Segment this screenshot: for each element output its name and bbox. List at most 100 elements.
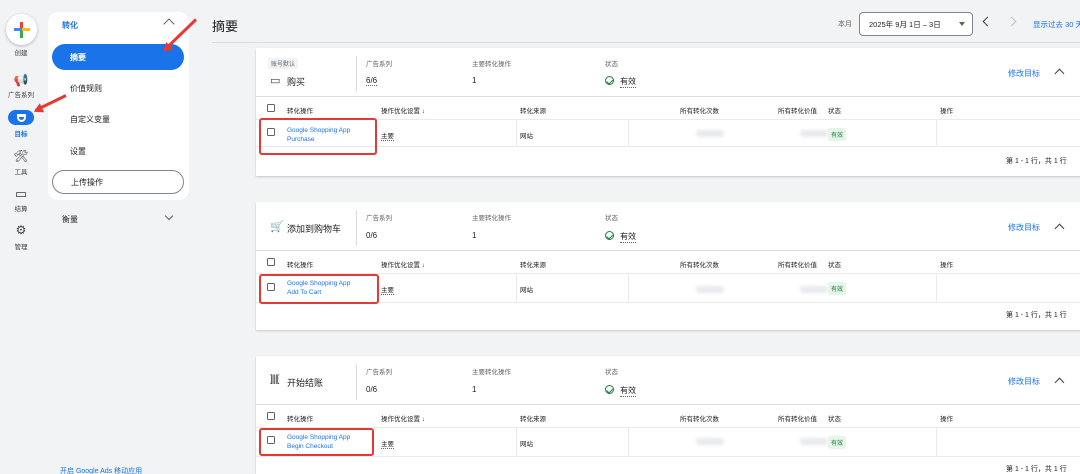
chevron-up-icon[interactable]: [1054, 68, 1065, 79]
period-label: 本月: [838, 21, 852, 28]
campaigns-value: 0/6: [366, 385, 378, 394]
rail-item-admin[interactable]: 管理: [0, 241, 42, 251]
check-circle-icon: [605, 231, 614, 240]
highlight-box-begin-checkout: [259, 428, 374, 456]
edit-goal-link[interactable]: 修改目标: [1008, 376, 1040, 387]
cart-icon: 🛒: [270, 221, 284, 233]
campaigns-value: 6/6: [366, 76, 378, 86]
nav-item-value-rules[interactable]: 价值规则: [52, 75, 184, 101]
campaigns-value: 0/6: [366, 231, 378, 240]
source-value: 网站: [520, 133, 533, 140]
select-all-checkbox[interactable]: [267, 412, 275, 420]
tools-icon[interactable]: 🛠: [0, 149, 42, 163]
col-header-optimization[interactable]: 操作优化设置 ↓: [381, 413, 425, 423]
col-header-status[interactable]: 状态: [828, 259, 841, 269]
upload-actions-button[interactable]: 上传操作: [52, 170, 184, 194]
primary-action-value: 1: [472, 385, 477, 394]
left-rail: 创建 📢 广告系列 目标 🛠 工具 ▭ 结算 ⚙ 管理: [0, 0, 42, 474]
status-label: 状态: [605, 215, 618, 222]
goal-card-add-to-cart: 🛒 添加到购物车 广告系列 0/6 主要转化操作 1 状态 有效 修改目标 转化…: [256, 202, 1080, 330]
col-header-status[interactable]: 状态: [828, 105, 841, 115]
status-value: 有效: [620, 386, 636, 397]
col-header-all-conversions[interactable]: 所有转化次数: [680, 259, 719, 269]
nav-item-settings[interactable]: 设置: [52, 138, 184, 164]
create-button[interactable]: [6, 14, 37, 45]
primary-action-value: 1: [472, 76, 477, 85]
primary-action-label: 主要转化操作: [472, 215, 511, 222]
source-value: 网站: [520, 287, 533, 294]
status-value: 有效: [620, 77, 636, 88]
goal-card-begin-checkout: ]|||[ 开始结账 广告系列 0/6 主要转化操作 1 状态 有效 修改目标 …: [256, 356, 1080, 474]
chevron-down-icon[interactable]: [164, 211, 174, 221]
rail-item-campaigns[interactable]: 广告系列: [0, 89, 42, 99]
col-header-all-value[interactable]: 所有转化价值: [778, 105, 817, 115]
pagination-info: 第 1 - 1 行，共 1 行: [1006, 312, 1067, 319]
select-all-checkbox[interactable]: [267, 258, 275, 266]
megaphone-icon[interactable]: 📢: [0, 73, 42, 87]
chevron-up-icon[interactable]: [1054, 377, 1065, 388]
dropdown-arrow-icon: [959, 22, 965, 26]
highlight-box-add-to-cart: [259, 274, 379, 304]
chevron-up-icon[interactable]: [1054, 223, 1065, 234]
optimization-value: 主要: [381, 130, 394, 141]
status-label: 状态: [605, 61, 618, 68]
col-header-actions[interactable]: 操作: [940, 259, 953, 269]
date-range-select[interactable]: 2025年 9月 1日 – 3日: [859, 12, 973, 36]
chevron-up-icon[interactable]: [163, 18, 175, 30]
gear-icon[interactable]: ⚙: [0, 223, 42, 237]
nav-section-measurement[interactable]: 衡量: [62, 214, 78, 225]
credit-card-icon[interactable]: ▭: [0, 186, 42, 202]
edit-goal-link[interactable]: 修改目标: [1008, 222, 1040, 233]
col-header-actions[interactable]: 操作: [940, 413, 953, 423]
trophy-icon[interactable]: [8, 110, 34, 125]
col-header-actions[interactable]: 操作: [940, 105, 953, 115]
rail-item-billing[interactable]: 结算: [0, 203, 42, 213]
campaigns-label: 广告系列: [366, 215, 392, 222]
check-circle-icon: [605, 385, 614, 394]
redacted-value: [800, 286, 828, 293]
col-header-all-value[interactable]: 所有转化价值: [778, 413, 817, 423]
col-header-source[interactable]: 转化来源: [520, 259, 546, 269]
col-header-action[interactable]: 转化操作: [287, 413, 313, 423]
campaigns-label: 广告系列: [366, 61, 392, 68]
redacted-conversions: [696, 438, 724, 445]
goal-name: 添加到购物车: [287, 224, 342, 234]
divider: [356, 364, 357, 400]
col-header-all-conversions[interactable]: 所有转化次数: [680, 413, 719, 423]
page-title: 摘要: [212, 19, 239, 34]
chevron-left-icon[interactable]: [982, 16, 993, 27]
plus-icon: [13, 21, 30, 38]
redacted-value: [800, 438, 828, 445]
mobile-app-promo[interactable]: 开启 Google Ads 移动应用: [60, 466, 142, 474]
status-badge: 有效: [828, 128, 847, 141]
rail-item-tools[interactable]: 工具: [0, 166, 42, 176]
status-label: 状态: [605, 369, 618, 376]
col-header-optimization[interactable]: 操作优化设置 ↓: [381, 105, 425, 115]
rail-item-goals[interactable]: 目标: [0, 128, 42, 138]
divider: [356, 210, 357, 246]
show-last-30-days-link[interactable]: 显示过去 30 天: [1033, 19, 1080, 30]
col-header-source[interactable]: 转化来源: [520, 105, 546, 115]
optimization-value: 主要: [381, 438, 394, 449]
col-header-action[interactable]: 转化操作: [287, 105, 313, 115]
campaigns-label: 广告系列: [366, 369, 392, 376]
col-header-source[interactable]: 转化来源: [520, 413, 546, 423]
pagination-info: 第 1 - 1 行，共 1 行: [1006, 466, 1067, 473]
col-header-status[interactable]: 状态: [828, 413, 841, 423]
chevron-right-icon[interactable]: [1006, 16, 1017, 27]
select-all-checkbox[interactable]: [267, 104, 275, 112]
highlight-box-purchase: [259, 118, 377, 155]
primary-action-value: 1: [472, 231, 477, 240]
col-header-all-value[interactable]: 所有转化价值: [778, 259, 817, 269]
col-header-action[interactable]: 转化操作: [287, 259, 313, 269]
nav-item-custom-variables[interactable]: 自定义变量: [52, 106, 184, 132]
date-range-value: 2025年 9月 1日 – 3日: [869, 19, 941, 29]
col-header-optimization[interactable]: 操作优化设置 ↓: [381, 259, 425, 269]
goal-name: 购买: [287, 77, 306, 87]
primary-action-label: 主要转化操作: [472, 61, 511, 68]
nav-section-conversions[interactable]: 转化: [62, 20, 78, 31]
goal-name: 开始结账: [287, 378, 324, 388]
edit-goal-link[interactable]: 修改目标: [1008, 68, 1040, 79]
status-value: 有效: [620, 232, 636, 243]
col-header-all-conversions[interactable]: 所有转化次数: [680, 105, 719, 115]
